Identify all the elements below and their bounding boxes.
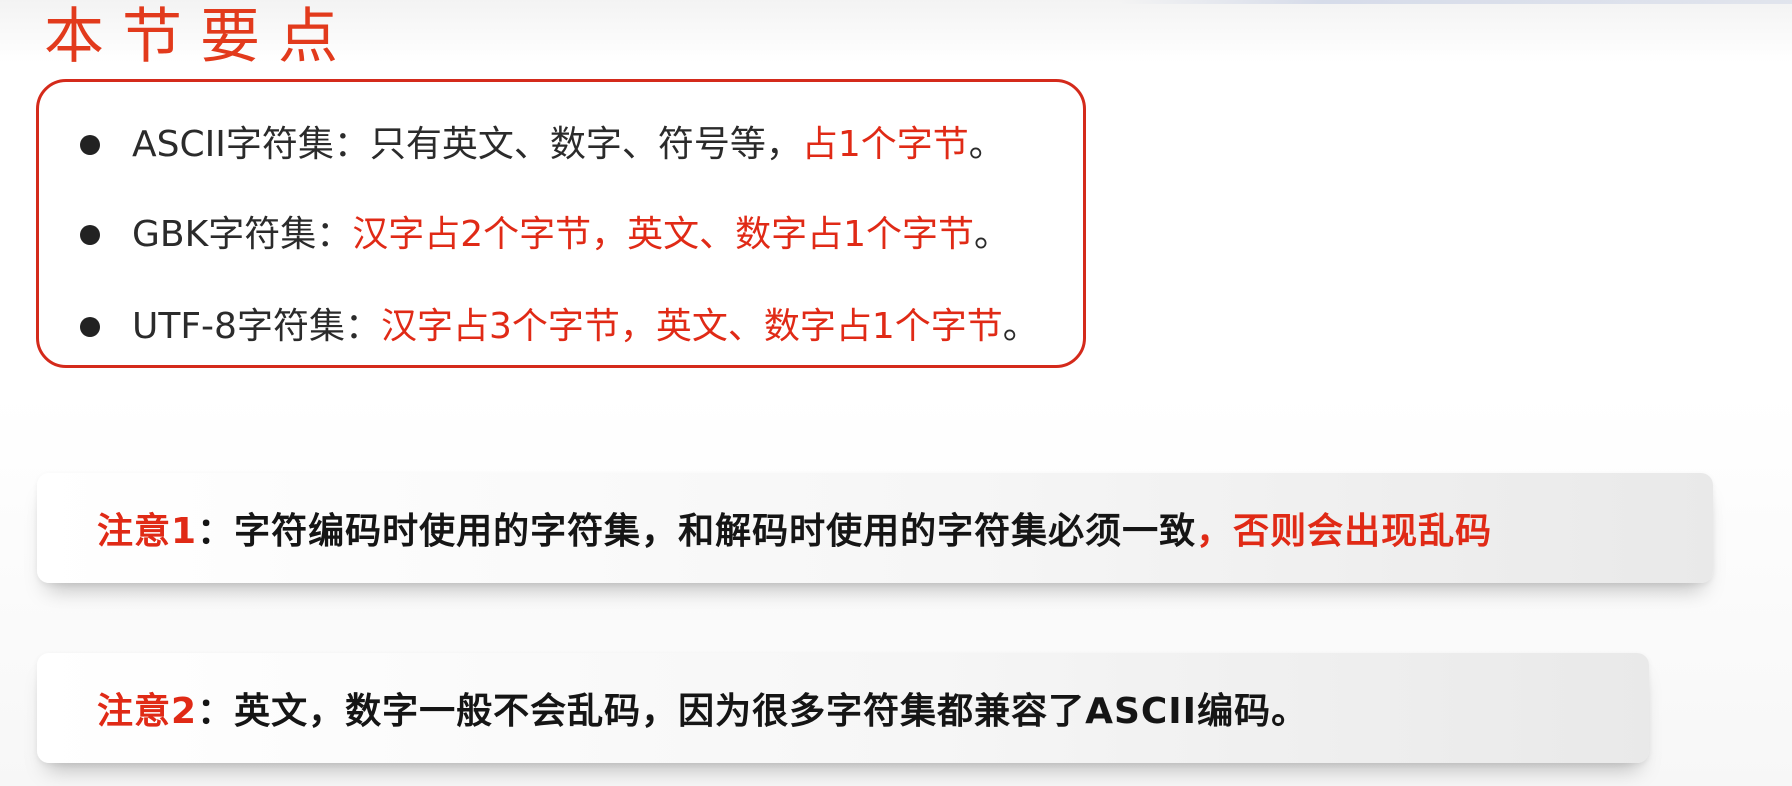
- note-separator: ：: [197, 511, 235, 552]
- key-point-suffix: 。: [1002, 306, 1039, 347]
- note-highlight: ，否则会出现乱码: [1196, 511, 1493, 552]
- bullet-icon: [80, 135, 100, 155]
- note-card-1: 注意1：字符编码时使用的字符集，和解码时使用的字符集必须一致，否则会出现乱码: [37, 473, 1713, 583]
- key-point-prefix: UTF-8字符集：: [132, 306, 381, 347]
- bullet-icon: [80, 225, 100, 245]
- key-point-prefix: GBK字符集：: [132, 214, 353, 255]
- key-point-suffix: 。: [968, 124, 1005, 165]
- key-point-ascii: ASCII字符集：只有英文、数字、符号等， 占1个字节。: [80, 120, 1005, 170]
- note-body: 英文，数字一般不会乱码，因为很多字符集都兼容了ASCII编码。: [234, 691, 1309, 732]
- key-point-gbk: GBK字符集： 汉字占2个字节，英文、数字占1个字节。: [80, 210, 1010, 260]
- note-card-2: 注意2：英文，数字一般不会乱码，因为很多字符集都兼容了ASCII编码。: [37, 653, 1649, 763]
- key-point-utf8: UTF-8字符集： 汉字占3个字节，英文、数字占1个字节。: [80, 302, 1039, 352]
- key-point-highlight: 汉字占2个字节，英文、数字占1个字节: [352, 214, 975, 255]
- note-body: 字符编码时使用的字符集，和解码时使用的字符集必须一致: [234, 511, 1197, 552]
- key-point-highlight: 汉字占3个字节，英文、数字占1个字节: [380, 306, 1003, 347]
- note-label: 注意2: [97, 691, 198, 732]
- key-point-prefix: ASCII字符集：只有英文、数字、符号等，: [132, 124, 802, 165]
- key-point-highlight: 占1个字节: [801, 124, 969, 165]
- top-decorative-band: [1120, 0, 1792, 4]
- section-title: 本节要点: [44, 2, 356, 72]
- key-point-suffix: 。: [974, 214, 1011, 255]
- note-text: 注意2：英文，数字一般不会乱码，因为很多字符集都兼容了ASCII编码。: [37, 682, 1308, 734]
- bullet-icon: [80, 317, 100, 337]
- note-label: 注意1: [97, 511, 198, 552]
- note-separator: ：: [197, 691, 235, 732]
- note-text: 注意1：字符编码时使用的字符集，和解码时使用的字符集必须一致，否则会出现乱码: [37, 502, 1492, 554]
